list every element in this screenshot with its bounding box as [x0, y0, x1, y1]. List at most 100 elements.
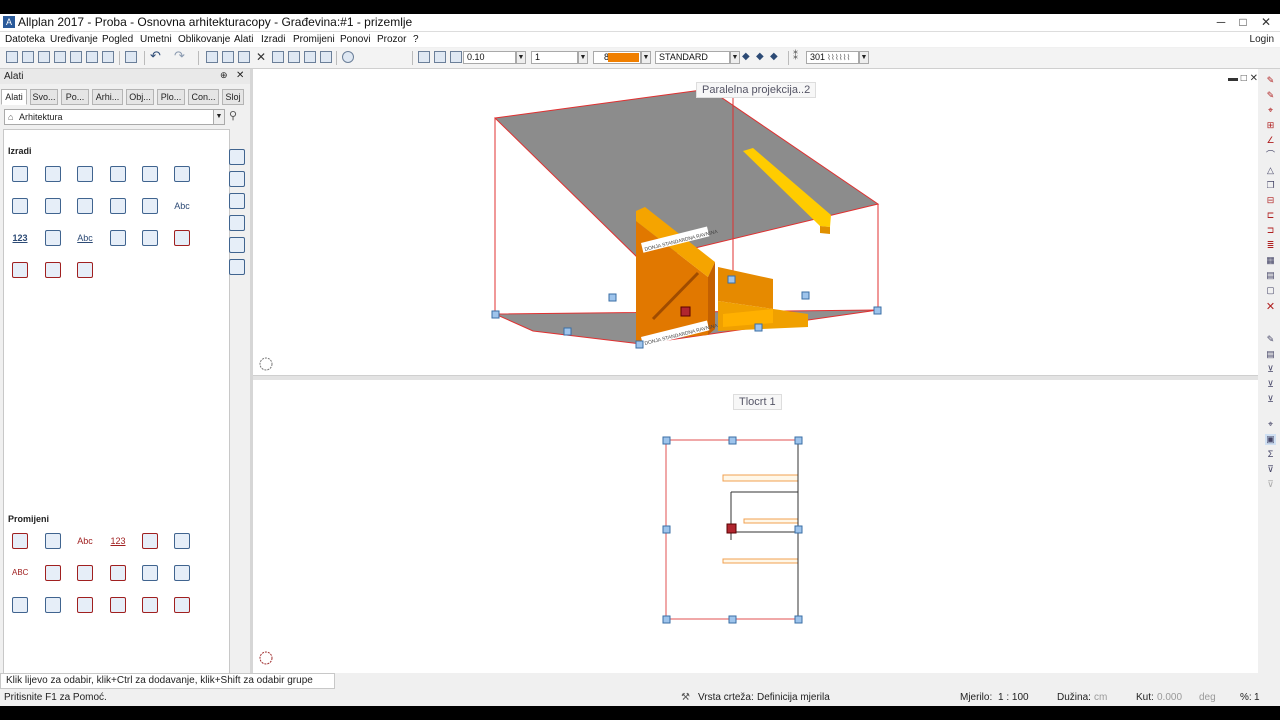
tab-objekti[interactable]: Obj...	[126, 89, 154, 105]
line-type-dropdown[interactable]: ▼	[578, 51, 588, 64]
pick-format-icon[interactable]	[450, 51, 462, 63]
status-percent[interactable]: 1	[1254, 690, 1260, 706]
minimize-button[interactable]: ─	[1210, 14, 1232, 31]
modify-delete-icon[interactable]	[110, 597, 126, 613]
wall-icon[interactable]	[12, 166, 28, 182]
modify-line-icon[interactable]	[45, 533, 61, 549]
modify-offset-icon[interactable]	[45, 565, 61, 581]
pin-icon[interactable]: ⊕	[220, 70, 228, 81]
modify-split-icon[interactable]	[174, 565, 190, 581]
delete-icon[interactable]: ✕	[256, 51, 268, 63]
dimension-tool[interactable]: 123	[12, 230, 28, 246]
menu-promijeni[interactable]: Promijeni	[293, 34, 335, 45]
brush-icon[interactable]: ✎	[1265, 90, 1276, 101]
modify-point-icon[interactable]	[142, 597, 158, 613]
level-icon[interactable]	[142, 198, 158, 214]
modify-trim-icon[interactable]	[12, 597, 28, 613]
status-scale[interactable]: 1 : 100	[998, 690, 1029, 706]
paste-icon[interactable]	[102, 51, 114, 63]
line-type-field[interactable]: 1	[531, 51, 578, 64]
tab-connect[interactable]: Con...	[188, 89, 219, 105]
extend-icon[interactable]: ⊐	[1265, 225, 1276, 236]
menu-prozor[interactable]: Prozor	[377, 34, 406, 45]
roof-view-icon[interactable]: △	[1265, 165, 1276, 176]
tab-arhitektura[interactable]: Arhi...	[92, 89, 123, 105]
status-angle-unit[interactable]: deg	[1199, 690, 1216, 706]
menu-pogled[interactable]: Pogled	[102, 34, 133, 45]
tab-plohe[interactable]: Plo...	[157, 89, 185, 105]
layer-icon-a[interactable]: ◆	[742, 51, 754, 63]
modify-text-tool[interactable]: Abc	[77, 533, 93, 549]
layers-icon[interactable]: ▤	[1265, 270, 1276, 281]
group-icon[interactable]: ▦	[1265, 255, 1276, 266]
modify-label-tool[interactable]: ABC	[12, 565, 28, 581]
modify-settings-icon[interactable]	[174, 597, 190, 613]
copy-view-icon[interactable]: ❐	[1265, 180, 1276, 191]
menu-izradi[interactable]: Izradi	[261, 34, 285, 45]
layer-lock-icon[interactable]: ⁑	[793, 51, 805, 63]
modify-group-icon[interactable]	[142, 533, 158, 549]
color-dropdown[interactable]: ▼	[641, 51, 651, 64]
menu-help[interactable]: ?	[413, 34, 419, 45]
elevation-icon[interactable]	[110, 198, 126, 214]
maximize-button[interactable]: □	[1232, 14, 1254, 31]
modify-props-icon[interactable]	[12, 533, 28, 549]
select-icon[interactable]: ⌖	[1265, 419, 1276, 430]
copy-icon[interactable]	[86, 51, 98, 63]
side-tool-6-icon[interactable]	[229, 259, 245, 275]
snap-icon[interactable]: ⌖	[1265, 105, 1276, 116]
login-link[interactable]: Login	[1250, 34, 1274, 45]
pen-thickness-field[interactable]: 0.10	[463, 51, 516, 64]
menu-alati[interactable]: Alati	[234, 34, 253, 45]
tool-b-icon[interactable]	[222, 51, 234, 63]
plane-icon[interactable]	[174, 166, 190, 182]
side-tool-2-icon[interactable]	[229, 171, 245, 187]
undo-icon[interactable]: ↶	[150, 49, 162, 62]
color-field[interactable]: 8	[593, 51, 641, 64]
report-icon[interactable]	[142, 230, 158, 246]
search-icon[interactable]: ⚲	[229, 110, 241, 122]
modify-extend-icon[interactable]	[77, 565, 93, 581]
angle-icon[interactable]: ∠	[1265, 135, 1276, 146]
dormer-icon[interactable]	[110, 166, 126, 182]
print-icon[interactable]	[54, 51, 66, 63]
tab-alati[interactable]: Alati	[1, 89, 27, 105]
side-tool-5-icon[interactable]	[229, 237, 245, 253]
delete-red-icon[interactable]: ✕	[1265, 302, 1276, 313]
sum-icon[interactable]: Σ	[1265, 449, 1276, 460]
text-tool[interactable]: Abc	[174, 198, 190, 214]
tool-d-icon[interactable]	[272, 51, 284, 63]
filter-c-icon[interactable]: ⊻	[1265, 394, 1276, 405]
slab-icon[interactable]	[45, 166, 61, 182]
box-icon[interactable]	[45, 198, 61, 214]
open-icon[interactable]	[22, 51, 34, 63]
pencil-icon[interactable]: ✎	[1265, 75, 1276, 86]
viewport-label-parallel[interactable]: Paralelna projekcija..2	[696, 82, 817, 98]
menu-umetni[interactable]: Umetni	[140, 34, 172, 45]
filter-disabled-icon[interactable]: ⊽	[1265, 479, 1276, 490]
format-painter-icon[interactable]	[434, 51, 446, 63]
modify-fill-icon[interactable]	[110, 565, 126, 581]
filter-b-icon[interactable]: ⊻	[1265, 379, 1276, 390]
frame-icon[interactable]: ▢	[1265, 285, 1276, 296]
stack-icon[interactable]: ≣	[1265, 240, 1276, 251]
layer-dropdown[interactable]: ▼	[859, 51, 869, 64]
edit-icon[interactable]: ✎	[1265, 334, 1276, 345]
line-style-dropdown[interactable]: ▼	[730, 51, 740, 64]
modify-dimension-tool[interactable]: 123	[110, 533, 126, 549]
tab-svojstva[interactable]: Svo...	[30, 89, 58, 105]
line-style-field[interactable]: STANDARD	[655, 51, 730, 64]
move-tool-icon[interactable]	[45, 262, 61, 278]
cut-icon[interactable]	[70, 51, 82, 63]
label-tool[interactable]: Abc	[77, 230, 93, 246]
align-icon[interactable]: ⊟	[1265, 195, 1276, 206]
mirror-tool-icon[interactable]	[77, 262, 93, 278]
zoom-icon[interactable]	[342, 51, 354, 63]
menu-datoteka[interactable]: Datoteka	[5, 34, 45, 45]
palette-close-icon[interactable]: ✕	[236, 70, 244, 81]
layer-icon-c[interactable]: ◆	[770, 51, 782, 63]
copy-tool-icon[interactable]	[12, 262, 28, 278]
status-length-unit[interactable]: cm	[1094, 690, 1107, 706]
modify-explode-icon[interactable]	[77, 597, 93, 613]
side-tool-4-icon[interactable]	[229, 215, 245, 231]
